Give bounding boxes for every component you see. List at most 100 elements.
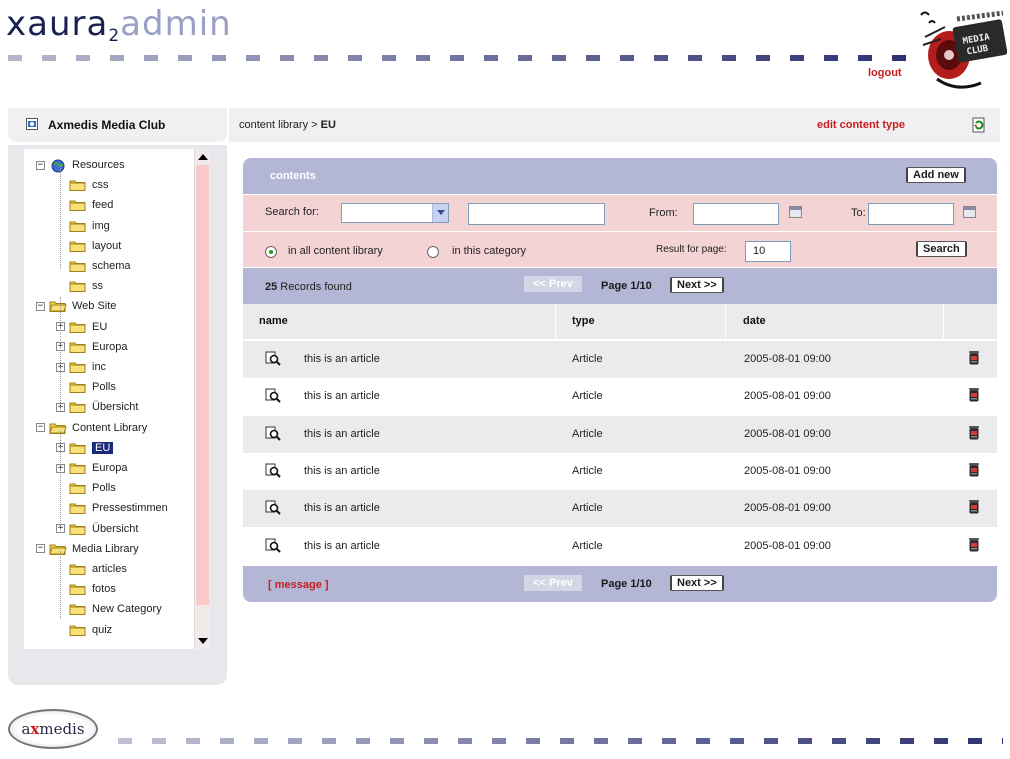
tree-item[interactable]: + Übersicht — [56, 397, 138, 417]
next-page-button[interactable]: Next >> — [670, 277, 724, 293]
tree-item-label[interactable]: EU — [92, 441, 114, 454]
tree-item[interactable]: Pressestimmen — [56, 498, 168, 518]
tree-item[interactable]: New Category — [56, 599, 162, 619]
tree-item[interactable]: Polls — [56, 377, 116, 397]
prev-page-button[interactable]: << Prev — [524, 276, 582, 292]
results-per-page-input[interactable]: 10 — [745, 241, 791, 262]
view-icon[interactable] — [265, 388, 281, 407]
tree-item-label[interactable]: New Category — [92, 603, 162, 615]
delete-icon[interactable] — [968, 499, 980, 518]
search-button[interactable]: Search — [916, 241, 967, 257]
search-field-select[interactable] — [341, 203, 449, 223]
tree-item[interactable]: + Europa — [56, 458, 127, 478]
view-icon[interactable] — [265, 351, 281, 370]
cell-name[interactable]: this is an article — [304, 540, 380, 552]
cell-name[interactable]: this is an article — [304, 502, 380, 514]
collapse-icon[interactable]: − — [36, 301, 45, 311]
tree-item-label[interactable]: articles — [92, 563, 127, 575]
tree-item-label[interactable]: Content Library — [72, 422, 147, 434]
tree-item-label[interactable]: Europa — [92, 462, 127, 474]
cell-name[interactable]: this is an article — [304, 353, 380, 365]
tree-item[interactable]: fotos — [56, 579, 116, 599]
tree-item[interactable]: + Übersicht — [56, 519, 138, 539]
tree-item[interactable]: articles — [56, 559, 127, 579]
delete-icon[interactable] — [968, 462, 980, 481]
tree-item-label[interactable]: Polls — [92, 381, 116, 393]
column-date[interactable]: date — [727, 304, 944, 339]
table-row[interactable]: this is an article Article 2005-08-01 09:0… — [243, 378, 997, 416]
next-page-button[interactable]: Next >> — [670, 575, 724, 591]
table-row[interactable]: this is an article Article 2005-08-01 09:0… — [243, 341, 997, 378]
tree-item-label[interactable]: css — [92, 179, 109, 191]
tree-item[interactable]: + EU — [56, 317, 107, 337]
scope-category-label[interactable]: in this category — [452, 245, 526, 257]
column-type[interactable]: type — [556, 304, 726, 339]
scope-all-radio[interactable] — [265, 246, 277, 258]
cell-name[interactable]: this is an article — [304, 390, 380, 402]
collapse-icon[interactable]: − — [36, 544, 45, 554]
tree-item[interactable]: + Europa — [56, 337, 127, 357]
scope-all-label[interactable]: in all content library — [288, 245, 383, 257]
delete-icon[interactable] — [968, 387, 980, 406]
tree-item[interactable]: − Media Library — [36, 539, 139, 559]
delete-icon[interactable] — [968, 537, 980, 556]
scroll-up-icon[interactable] — [198, 154, 208, 160]
tree-item-label[interactable]: Pressestimmen — [92, 502, 168, 514]
tree-item-label[interactable]: fotos — [92, 583, 116, 595]
tree-item-label[interactable]: quiz — [92, 624, 112, 636]
tree-item-label[interactable]: EU — [92, 321, 107, 333]
add-new-button[interactable]: Add new — [906, 167, 966, 183]
view-icon[interactable] — [265, 538, 281, 557]
edit-content-type-link[interactable]: edit content type — [817, 119, 905, 131]
delete-icon[interactable] — [968, 425, 980, 444]
cell-name[interactable]: this is an article — [304, 465, 380, 477]
collapse-icon[interactable]: − — [36, 423, 45, 433]
tree-item[interactable]: ss — [56, 276, 103, 296]
tree-item-label[interactable]: Übersicht — [92, 523, 138, 535]
scope-category-radio[interactable] — [427, 246, 439, 258]
tree-item-label[interactable]: inc — [92, 361, 106, 373]
collapse-icon[interactable]: − — [36, 160, 45, 170]
tree-item[interactable]: schema — [56, 256, 131, 276]
to-date-input[interactable] — [868, 203, 954, 225]
tree-item-label[interactable]: layout — [92, 240, 121, 252]
table-row[interactable]: this is an article Article 2005-08-01 09:0… — [243, 415, 997, 453]
tree-item-label[interactable]: Web Site — [72, 300, 116, 312]
tree-item-label[interactable]: ss — [92, 280, 103, 292]
refresh-icon[interactable] — [971, 117, 987, 136]
tree-item[interactable]: − Web Site — [36, 296, 116, 316]
column-name[interactable]: name — [243, 304, 556, 339]
view-icon[interactable] — [265, 426, 281, 445]
category-tree[interactable]: − Resources css feed img layout schema ss − Web S… — [24, 149, 210, 649]
scroll-down-icon[interactable] — [198, 638, 208, 644]
tree-item[interactable]: img — [56, 216, 110, 236]
tree-item-label[interactable]: schema — [92, 260, 131, 272]
tree-item-label[interactable]: feed — [92, 199, 113, 211]
cell-name[interactable]: this is an article — [304, 428, 380, 440]
table-row[interactable]: this is an article Article 2005-08-01 09:0… — [243, 527, 997, 565]
from-date-input[interactable] — [693, 203, 779, 225]
prev-page-button[interactable]: << Prev — [524, 575, 582, 591]
tree-item[interactable]: + inc — [56, 357, 106, 377]
tree-item[interactable]: − Resources — [36, 155, 125, 175]
tree-scrollbar[interactable] — [194, 149, 210, 649]
delete-icon[interactable] — [968, 350, 980, 369]
tree-item[interactable]: css — [56, 175, 109, 195]
tree-item-label[interactable]: Europa — [92, 341, 127, 353]
tree-item[interactable]: feed — [56, 195, 113, 215]
scroll-thumb[interactable] — [196, 165, 209, 605]
tree-item[interactable]: + EU — [56, 438, 114, 458]
logout-link[interactable]: logout — [868, 67, 902, 79]
search-input[interactable] — [468, 203, 605, 225]
tree-item[interactable]: quiz — [56, 620, 112, 640]
calendar-icon[interactable] — [963, 206, 976, 218]
view-icon[interactable] — [265, 500, 281, 519]
tree-item-label[interactable]: Resources — [72, 159, 125, 171]
tree-item-label[interactable]: Media Library — [72, 543, 139, 555]
tree-item[interactable]: − Content Library — [36, 418, 147, 438]
tree-item-label[interactable]: Polls — [92, 482, 116, 494]
chevron-down-icon[interactable] — [432, 204, 448, 222]
table-row[interactable]: this is an article Article 2005-08-01 09:0… — [243, 490, 997, 528]
tree-item[interactable]: Polls — [56, 478, 116, 498]
table-row[interactable]: this is an article Article 2005-08-01 09:0… — [243, 452, 997, 490]
